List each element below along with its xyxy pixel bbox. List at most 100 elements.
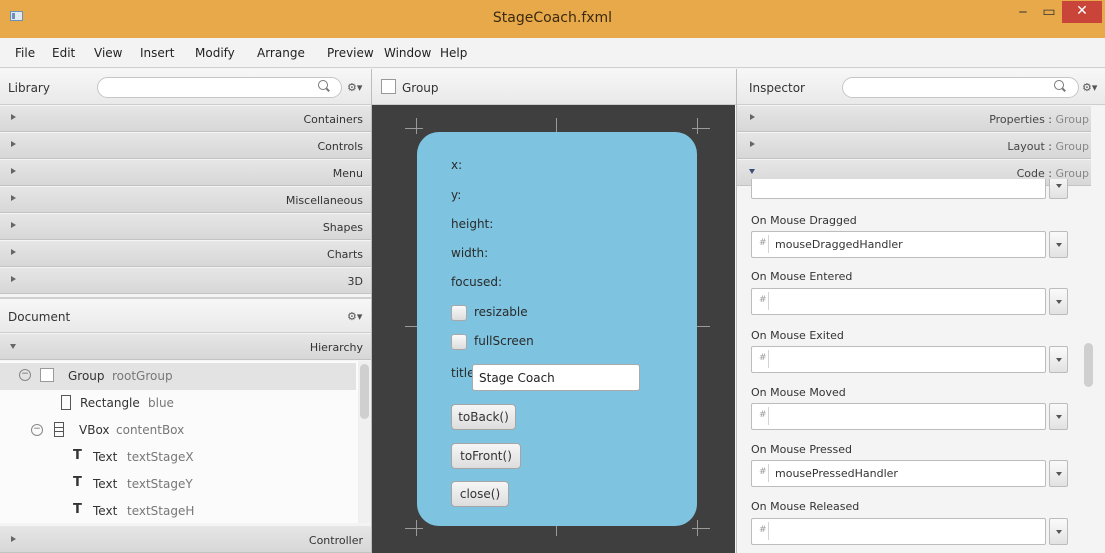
- scrollbar-thumb[interactable]: [360, 364, 369, 419]
- section-sub: Group: [1055, 113, 1090, 126]
- content-header: Group: [372, 69, 736, 105]
- tree-type: Text: [93, 504, 118, 518]
- inspector-search-input[interactable]: [842, 77, 1079, 98]
- menu-arrange[interactable]: Arrange: [257, 46, 305, 60]
- minimize-icon[interactable]: ‒: [1010, 0, 1036, 26]
- selection-handle[interactable]: [405, 128, 423, 129]
- library-item-miscellaneous[interactable]: Miscellaneous: [0, 187, 371, 213]
- hash-icon: #: [759, 238, 767, 248]
- expand-arrow-icon: [11, 114, 16, 120]
- expand-arrow-icon: [11, 276, 16, 282]
- dropdown-icon[interactable]: [1049, 231, 1068, 258]
- library-item-shapes[interactable]: Shapes: [0, 214, 371, 240]
- resizable-checkbox[interactable]: [451, 305, 467, 321]
- menu-file[interactable]: File: [15, 46, 35, 60]
- library-title: Library: [8, 81, 50, 95]
- tofront-button[interactable]: toFront(): [451, 443, 521, 469]
- maximize-icon[interactable]: ▭: [1036, 0, 1062, 26]
- event-handler-field[interactable]: #: [751, 518, 1068, 545]
- dropdown-icon[interactable]: [1049, 179, 1068, 199]
- tree-row[interactable]: T Text textStageH: [0, 498, 356, 525]
- library-item-menu[interactable]: Menu: [0, 160, 371, 186]
- library-item-3d[interactable]: 3D: [0, 268, 371, 294]
- breadcrumb[interactable]: Group: [402, 81, 439, 95]
- expand-arrow-icon: [750, 114, 755, 120]
- selection-handle[interactable]: [697, 118, 698, 134]
- library-search-input[interactable]: [97, 77, 342, 98]
- library-item-containers[interactable]: Containers: [0, 106, 371, 132]
- library-item-charts[interactable]: Charts: [0, 241, 371, 267]
- gear-icon[interactable]: ⚙▾: [1082, 81, 1097, 94]
- hierarchy-section[interactable]: Hierarchy: [0, 334, 371, 360]
- event-handler-field[interactable]: #: [751, 346, 1068, 373]
- menu-insert[interactable]: Insert: [140, 46, 174, 60]
- tree-scrollbar[interactable]: [358, 361, 371, 523]
- separator: [768, 235, 769, 253]
- event-input: [751, 346, 1046, 373]
- expand-arrow-icon: [11, 168, 16, 174]
- label-y: y:: [451, 188, 462, 202]
- event-handler-field[interactable]: #: [751, 288, 1068, 315]
- tree-row[interactable]: T Text textStageX: [0, 444, 356, 471]
- menu-view[interactable]: View: [94, 46, 122, 60]
- dropdown-icon[interactable]: [1049, 403, 1068, 430]
- selection-handle[interactable]: [405, 528, 423, 529]
- toback-button[interactable]: toBack(): [451, 404, 516, 430]
- close-icon[interactable]: ✕: [1062, 1, 1102, 23]
- tree-type: Rectangle: [80, 396, 140, 410]
- event-handler-field[interactable]: # mouseDraggedHandler: [751, 231, 1068, 258]
- menu-window[interactable]: Window: [384, 46, 431, 60]
- event-label: On Mouse Entered: [751, 270, 853, 283]
- selection-handle[interactable]: [692, 528, 710, 529]
- hash-icon: #: [759, 410, 767, 420]
- layout-section[interactable]: Layout : Group: [737, 133, 1091, 159]
- collapse-icon[interactable]: −: [19, 369, 31, 381]
- title-label: title: [451, 366, 475, 380]
- fullscreen-checkbox[interactable]: [451, 334, 467, 350]
- event-handler-field[interactable]: #: [751, 403, 1068, 430]
- event-handler-field[interactable]: # mousePressedHandler: [751, 460, 1068, 487]
- tree-id: textStageH: [127, 504, 195, 518]
- event-input: [751, 288, 1046, 315]
- library-item-label: Charts: [327, 248, 363, 261]
- tree-row[interactable]: Rectangle blue: [0, 390, 356, 417]
- selection-handle[interactable]: [692, 128, 710, 129]
- gear-icon[interactable]: ⚙▾: [347, 81, 362, 94]
- tree-row[interactable]: − Group rootGroup: [0, 363, 356, 390]
- collapse-icon[interactable]: −: [31, 424, 43, 436]
- section-sub: Group: [1055, 140, 1090, 153]
- menu-help[interactable]: Help: [440, 46, 467, 60]
- tree-id: contentBox: [116, 423, 185, 437]
- window-titlebar: StageCoach.fxml ‒ ▭ ✕: [0, 0, 1105, 38]
- controller-section[interactable]: Controller: [0, 526, 371, 553]
- inspector-scrollbar[interactable]: [1081, 187, 1095, 553]
- tree-row[interactable]: − VBox contentBox: [0, 417, 356, 444]
- dropdown-icon[interactable]: [1049, 518, 1068, 545]
- close-button[interactable]: close(): [451, 481, 509, 507]
- separator: [768, 407, 769, 425]
- scrollbar-thumb[interactable]: [1084, 343, 1093, 387]
- menu-preview[interactable]: Preview: [327, 46, 374, 60]
- dropdown-icon[interactable]: [1049, 460, 1068, 487]
- tree-row[interactable]: T Text textStageY: [0, 471, 356, 498]
- dropdown-icon[interactable]: [1049, 346, 1068, 373]
- title-text-field[interactable]: Stage Coach: [472, 364, 640, 391]
- menu-edit[interactable]: Edit: [52, 46, 75, 60]
- separator: [768, 292, 769, 310]
- selection-handle[interactable]: [416, 118, 417, 134]
- event-handler-field[interactable]: [751, 179, 1068, 199]
- expand-arrow-icon: [11, 141, 16, 147]
- library-item-controls[interactable]: Controls: [0, 133, 371, 159]
- tree-type: Text: [93, 450, 118, 464]
- section-title: Layout : Group: [1007, 140, 1089, 153]
- gear-icon[interactable]: ⚙▾: [347, 310, 362, 323]
- dropdown-icon[interactable]: [1049, 288, 1068, 315]
- properties-section[interactable]: Properties : Group: [737, 106, 1091, 132]
- expand-arrow-icon: [11, 249, 16, 255]
- library-item-label: Shapes: [322, 221, 363, 234]
- selection-handle[interactable]: [416, 520, 417, 536]
- selection-handle[interactable]: [697, 520, 698, 536]
- menu-modify[interactable]: Modify: [195, 46, 235, 60]
- tree-id: blue: [148, 396, 174, 410]
- event-label: On Mouse Pressed: [751, 443, 853, 456]
